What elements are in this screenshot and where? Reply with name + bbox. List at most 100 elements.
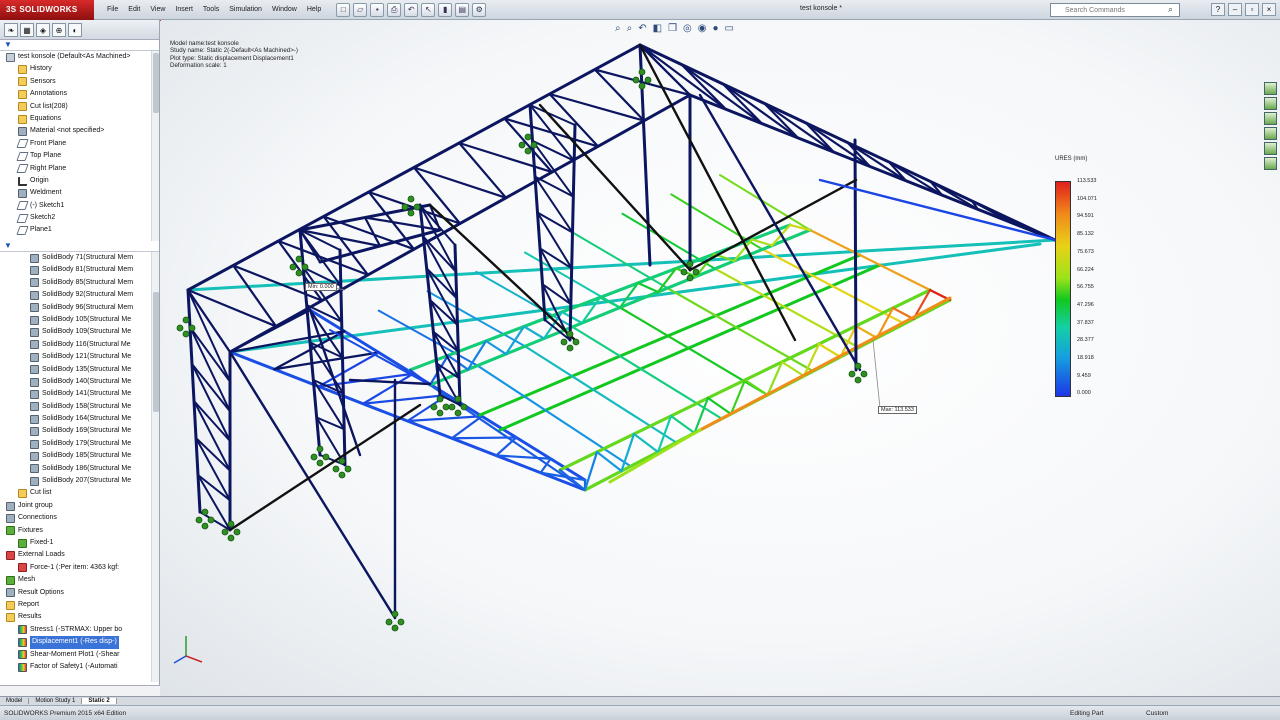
tree-item[interactable]: SolidBody 85(Structural Mem [0,277,159,289]
tree-item[interactable]: Fixtures [0,525,159,537]
tree-item[interactable]: Equations [0,113,159,125]
tree-item[interactable]: SolidBody 71(Structural Mem [0,252,159,264]
rebuild-icon[interactable]: ▮ [438,2,453,17]
scroll-thumb[interactable] [153,53,159,113]
tree-item[interactable]: Mesh [0,574,159,586]
tree-item[interactable]: SolidBody 169(Structural Me [0,425,159,437]
tree-item[interactable]: Material <not specified> [0,125,159,137]
tree-item[interactable]: Sketch2 [0,212,159,224]
dimxpert-tab[interactable]: ⊕ [52,22,66,37]
tab-model[interactable]: Model [0,698,30,704]
tree-item[interactable]: SolidBody 105(Structural Me [0,314,159,326]
status-units[interactable]: Custom [1146,710,1168,717]
tree-item[interactable]: SolidBody 92(Structural Mem [0,289,159,301]
tree-item[interactable]: Factor of Safety1 (-Automati [0,661,159,673]
zoom-area-icon[interactable]: ⌕ [627,23,633,34]
tree-scrollbar[interactable] [151,252,159,682]
scroll-thumb[interactable] [153,292,159,412]
tree-item[interactable]: Displacement1 (-Res disp-) [0,636,159,649]
tab-static-2[interactable]: Static 2 [82,698,117,704]
section-view-icon[interactable]: ◧ [653,23,662,34]
tree-item[interactable]: History [0,63,159,75]
tree-item[interactable]: (-) Sketch1 [0,200,159,212]
scene-icon[interactable]: ▭ [725,23,734,34]
minimize-icon[interactable]: – [1228,3,1242,16]
tree-item[interactable]: Result Options [0,587,159,599]
menu-view[interactable]: View [145,6,170,13]
left-panel-scrollbar[interactable] [0,685,160,696]
select-icon[interactable]: ↖ [421,2,436,17]
tree-item[interactable]: Cut list(208) [0,101,159,113]
tree-item[interactable]: Stress1 (-STRMAX: Upper bo [0,624,159,636]
menu-tools[interactable]: Tools [198,6,224,13]
menu-simulation[interactable]: Simulation [224,6,267,13]
print-icon[interactable]: ⎙ [387,2,402,17]
undo-icon[interactable]: ↶ [404,2,419,17]
tab-motion-study[interactable]: Motion Study 1 [29,698,83,704]
save-icon[interactable]: ▪ [370,2,385,17]
tree-item[interactable]: SolidBody 185(Structural Me [0,450,159,462]
tree-item[interactable]: Sensors [0,76,159,88]
displacement-plot[interactable] [160,20,1280,696]
tree-item[interactable]: Joint group [0,500,159,512]
tree-item[interactable]: External Loads [0,549,159,561]
tree-item[interactable]: Cut list [0,487,159,499]
tree-item[interactable]: SolidBody 164(Structural Me [0,413,159,425]
appearances-icon[interactable] [1264,142,1277,155]
tree-item[interactable]: Annotations [0,88,159,100]
tree-item[interactable]: Front Plane [0,138,159,150]
previous-view-icon[interactable]: ↶ [638,23,646,34]
open-icon[interactable]: ▱ [353,2,368,17]
tree-item[interactable]: Top Plane [0,150,159,162]
view-palette-icon[interactable] [1264,127,1277,140]
tree-item[interactable]: Fixed-1 [0,537,159,549]
menu-insert[interactable]: Insert [170,6,198,13]
tree-item[interactable]: SolidBody 109(Structural Me [0,326,159,338]
tree-item[interactable]: SolidBody 141(Structural Me [0,388,159,400]
custom-properties-icon[interactable] [1264,157,1277,170]
tree-item[interactable]: Plane1 [0,224,159,236]
tree-scrollbar[interactable] [151,51,159,241]
configurationmanager-tab[interactable]: ◈ [36,22,50,37]
tree-item[interactable]: Shear-Moment Plot1 (-Shear [0,649,159,661]
tree-item[interactable]: SolidBody 158(Structural Me [0,401,159,413]
file-explorer-icon[interactable] [1264,112,1277,125]
new-icon[interactable]: □ [336,2,351,17]
tree-item[interactable]: SolidBody 116(Structural Me [0,339,159,351]
tree-item[interactable]: Right Plane [0,163,159,175]
help-icon[interactable]: ? [1211,3,1225,16]
display-style-icon[interactable]: ◎ [683,23,692,34]
sim-tree-filter[interactable]: ▼ [0,241,159,252]
menu-file[interactable]: File [102,6,123,13]
search-commands-input[interactable]: Search Commands [1050,3,1180,17]
appearance-icon[interactable]: ● [713,23,719,34]
display-manager-tab[interactable]: ◐ [68,22,82,37]
tree-item[interactable]: SolidBody 121(Structural Me [0,351,159,363]
solidworks-logo[interactable]: 3S SOLIDWORKS [0,0,94,20]
resources-icon[interactable] [1264,82,1277,95]
zoom-to-fit-icon[interactable]: ⌕ [615,23,621,34]
tree-item[interactable]: SolidBody 81(Structural Mem [0,264,159,276]
tree-item[interactable]: SolidBody 96(Structural Mem [0,302,159,314]
tree-item[interactable]: SolidBody 186(Structural Me [0,463,159,475]
menu-edit[interactable]: Edit [123,6,145,13]
tree-item[interactable]: Connections [0,512,159,524]
tree-item[interactable]: Origin [0,175,159,187]
tree-item[interactable]: SolidBody 135(Structural Me [0,364,159,376]
tree-item[interactable]: Results [0,611,159,623]
tree-item[interactable]: SolidBody 179(Structural Me [0,438,159,450]
view-orientation-icon[interactable]: ❒ [668,23,677,34]
file-properties-icon[interactable]: ▤ [455,2,470,17]
graphics-area[interactable]: ⌕ ⌕ ↶ ◧ ❒ ◎ ◉ ● ▭ Model name:test konsol… [160,20,1280,696]
search-icon[interactable]: ⌕ [1168,4,1173,15]
hide-show-icon[interactable]: ◉ [698,23,707,34]
menu-help[interactable]: Help [302,6,326,13]
tree-item[interactable]: Report [0,599,159,611]
design-library-icon[interactable] [1264,97,1277,110]
featuremanager-tab[interactable]: ❧ [4,22,18,37]
options-icon[interactable]: ⚙ [472,2,487,17]
tree-filter[interactable]: ▼ [0,40,159,51]
menu-window[interactable]: Window [267,6,302,13]
restore-icon[interactable]: ▫ [1245,3,1259,16]
tree-item[interactable]: Weldment [0,187,159,199]
